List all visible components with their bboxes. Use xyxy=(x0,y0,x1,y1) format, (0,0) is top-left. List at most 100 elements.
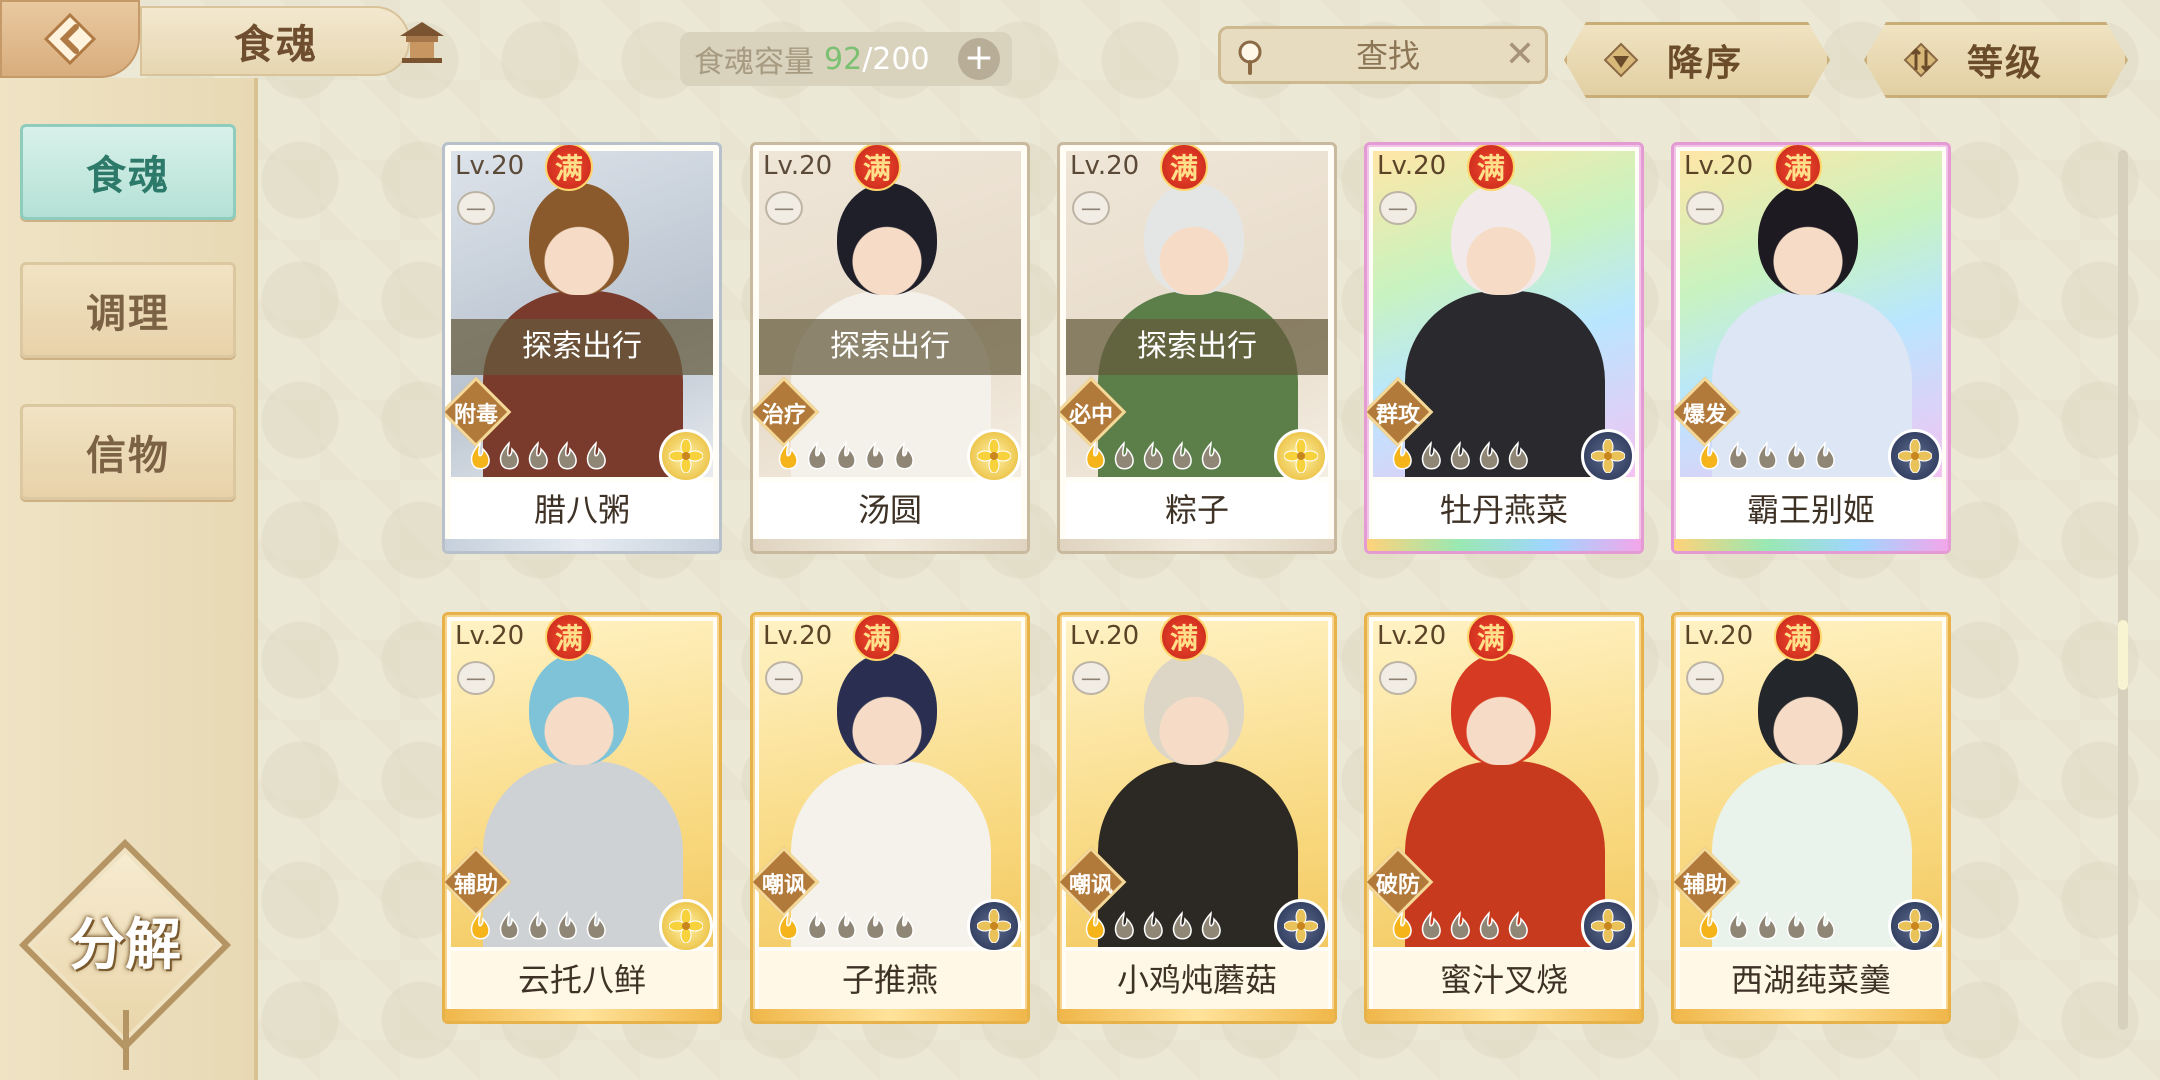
max-level-badge: 满 xyxy=(853,615,901,661)
max-level-badge: 满 xyxy=(1774,615,1822,661)
flame-empty-icon xyxy=(836,441,856,470)
flame-empty-icon xyxy=(1479,441,1499,470)
flame-empty-icon xyxy=(586,441,606,470)
max-level-badge: 满 xyxy=(1160,145,1208,191)
flame-filled-icon xyxy=(470,441,490,470)
lock-icon[interactable]: 一 xyxy=(765,191,803,225)
character-head xyxy=(1144,183,1244,295)
capacity-display: 食魂容量 92 / 200 + xyxy=(680,32,1012,86)
skill-label: 必中 xyxy=(1068,403,1113,428)
flame-empty-icon xyxy=(1786,911,1806,940)
flame-empty-icon xyxy=(1143,441,1163,470)
sort-field-button[interactable]: 等级 xyxy=(1864,22,2128,98)
lock-icon[interactable]: 一 xyxy=(1072,191,1110,225)
sidebar-item-food-souls[interactable]: 食魂 xyxy=(20,124,236,220)
scrollbar-thumb[interactable] xyxy=(2118,620,2128,690)
food-soul-card[interactable]: Lv.20 满一嘲讽 子推燕 xyxy=(750,612,1030,1024)
lock-icon[interactable]: 一 xyxy=(1072,661,1110,695)
character-name: 牡丹燕菜 xyxy=(1373,481,1635,539)
sidebar-item-cooking[interactable]: 调理 xyxy=(20,262,236,358)
star-flames xyxy=(775,441,917,475)
skill-label: 辅助 xyxy=(1682,873,1727,898)
flame-empty-icon xyxy=(1114,911,1134,940)
character-head xyxy=(1758,653,1858,765)
star-flames xyxy=(1696,441,1838,475)
skill-label: 附毒 xyxy=(453,403,498,428)
element-flower-icon xyxy=(659,429,713,483)
flame-empty-icon xyxy=(1114,441,1134,470)
lock-icon[interactable]: 一 xyxy=(1686,661,1724,695)
character-head xyxy=(1451,183,1551,295)
top-bar: 食魂 食魂容量 92 / 200 + ✕ 降序 xyxy=(0,0,2160,80)
food-soul-card[interactable]: Lv.20 满一爆发 霸王别姬 xyxy=(1671,142,1951,554)
food-soul-card[interactable]: Lv.20 满一破防 蜜汁叉烧 xyxy=(1364,612,1644,1024)
flame-filled-icon xyxy=(1392,441,1412,470)
back-button[interactable] xyxy=(0,0,140,78)
flame-empty-icon xyxy=(1728,911,1748,940)
element-flower-icon xyxy=(1888,899,1942,953)
flame-filled-icon xyxy=(1085,441,1105,470)
card-rarity-strip xyxy=(1060,539,1334,551)
character-name: 小鸡炖蘑菇 xyxy=(1066,951,1328,1009)
lock-icon[interactable]: 一 xyxy=(1379,191,1417,225)
skill-label: 治疗 xyxy=(761,403,806,428)
flame-empty-icon xyxy=(1421,441,1441,470)
food-soul-card[interactable]: Lv.20 满一嘲讽 小鸡炖蘑菇 xyxy=(1057,612,1337,1024)
level-label: Lv.20 xyxy=(763,621,833,651)
character-name: 腊八粥 xyxy=(451,481,713,539)
level-label: Lv.20 xyxy=(455,151,525,181)
flame-filled-icon xyxy=(778,441,798,470)
pavilion-icon[interactable] xyxy=(392,14,452,70)
sidebar-item-label: 信物 xyxy=(86,433,170,479)
card-rarity-strip xyxy=(753,1009,1027,1021)
level-label: Lv.20 xyxy=(1070,621,1140,651)
skill-label: 辅助 xyxy=(453,873,498,898)
sort-order-button[interactable]: 降序 xyxy=(1564,22,1830,98)
flame-empty-icon xyxy=(1172,441,1192,470)
level-label: Lv.20 xyxy=(1377,151,1447,181)
level-label: Lv.20 xyxy=(1377,621,1447,651)
element-flower-icon xyxy=(967,429,1021,483)
add-capacity-button[interactable]: + xyxy=(958,38,1000,80)
character-name: 子推燕 xyxy=(759,951,1021,1009)
sidebar-item-label: 食魂 xyxy=(86,153,170,199)
lock-icon[interactable]: 一 xyxy=(457,191,495,225)
food-soul-card[interactable]: Lv.20 满一群攻牡丹燕菜 xyxy=(1364,142,1644,554)
max-level-badge: 满 xyxy=(545,145,593,191)
max-level-badge: 满 xyxy=(1774,145,1822,191)
lock-icon[interactable]: 一 xyxy=(457,661,495,695)
food-soul-card[interactable]: Lv.20 满一探索出行 附毒 腊八粥 xyxy=(442,142,722,554)
character-head xyxy=(837,653,937,765)
sort-descending-icon xyxy=(1601,40,1641,80)
flame-empty-icon xyxy=(1728,441,1748,470)
flame-empty-icon xyxy=(1143,911,1163,940)
max-level-badge: 满 xyxy=(1467,145,1515,191)
lock-icon[interactable]: 一 xyxy=(765,661,803,695)
skill-label: 破防 xyxy=(1375,873,1420,898)
skill-label: 群攻 xyxy=(1375,403,1420,428)
level-label: Lv.20 xyxy=(1684,621,1754,651)
character-name: 云托八鲜 xyxy=(451,951,713,1009)
flame-empty-icon xyxy=(586,911,606,940)
search-input[interactable] xyxy=(1281,29,1495,83)
lock-icon[interactable]: 一 xyxy=(1686,191,1724,225)
element-flower-icon xyxy=(659,899,713,953)
sidebar-item-label: 调理 xyxy=(86,291,170,337)
skill-label: 嘲讽 xyxy=(1068,873,1113,898)
food-soul-card[interactable]: Lv.20 满一辅助 西湖莼菜羹 xyxy=(1671,612,1951,1024)
lock-icon[interactable]: 一 xyxy=(1379,661,1417,695)
card-rarity-strip xyxy=(1367,539,1641,551)
food-soul-card[interactable]: Lv.20 满一探索出行 治疗 汤圆 xyxy=(750,142,1030,554)
card-rarity-strip xyxy=(445,539,719,551)
star-flames xyxy=(1082,911,1224,945)
flame-empty-icon xyxy=(836,911,856,940)
sidebar-item-tokens[interactable]: 信物 xyxy=(20,404,236,500)
max-level-badge: 满 xyxy=(1467,615,1515,661)
food-soul-card[interactable]: Lv.20 满一探索出行 必中 粽子 xyxy=(1057,142,1337,554)
max-level-badge: 满 xyxy=(545,615,593,661)
scrollbar-track[interactable] xyxy=(2118,150,2128,1030)
food-soul-card[interactable]: Lv.20 满一辅助 云托八鲜 xyxy=(442,612,722,1024)
card-rarity-strip xyxy=(1674,1009,1948,1021)
clear-icon[interactable]: ✕ xyxy=(1505,35,1535,75)
skill-badge: 群攻 xyxy=(1367,376,1434,448)
